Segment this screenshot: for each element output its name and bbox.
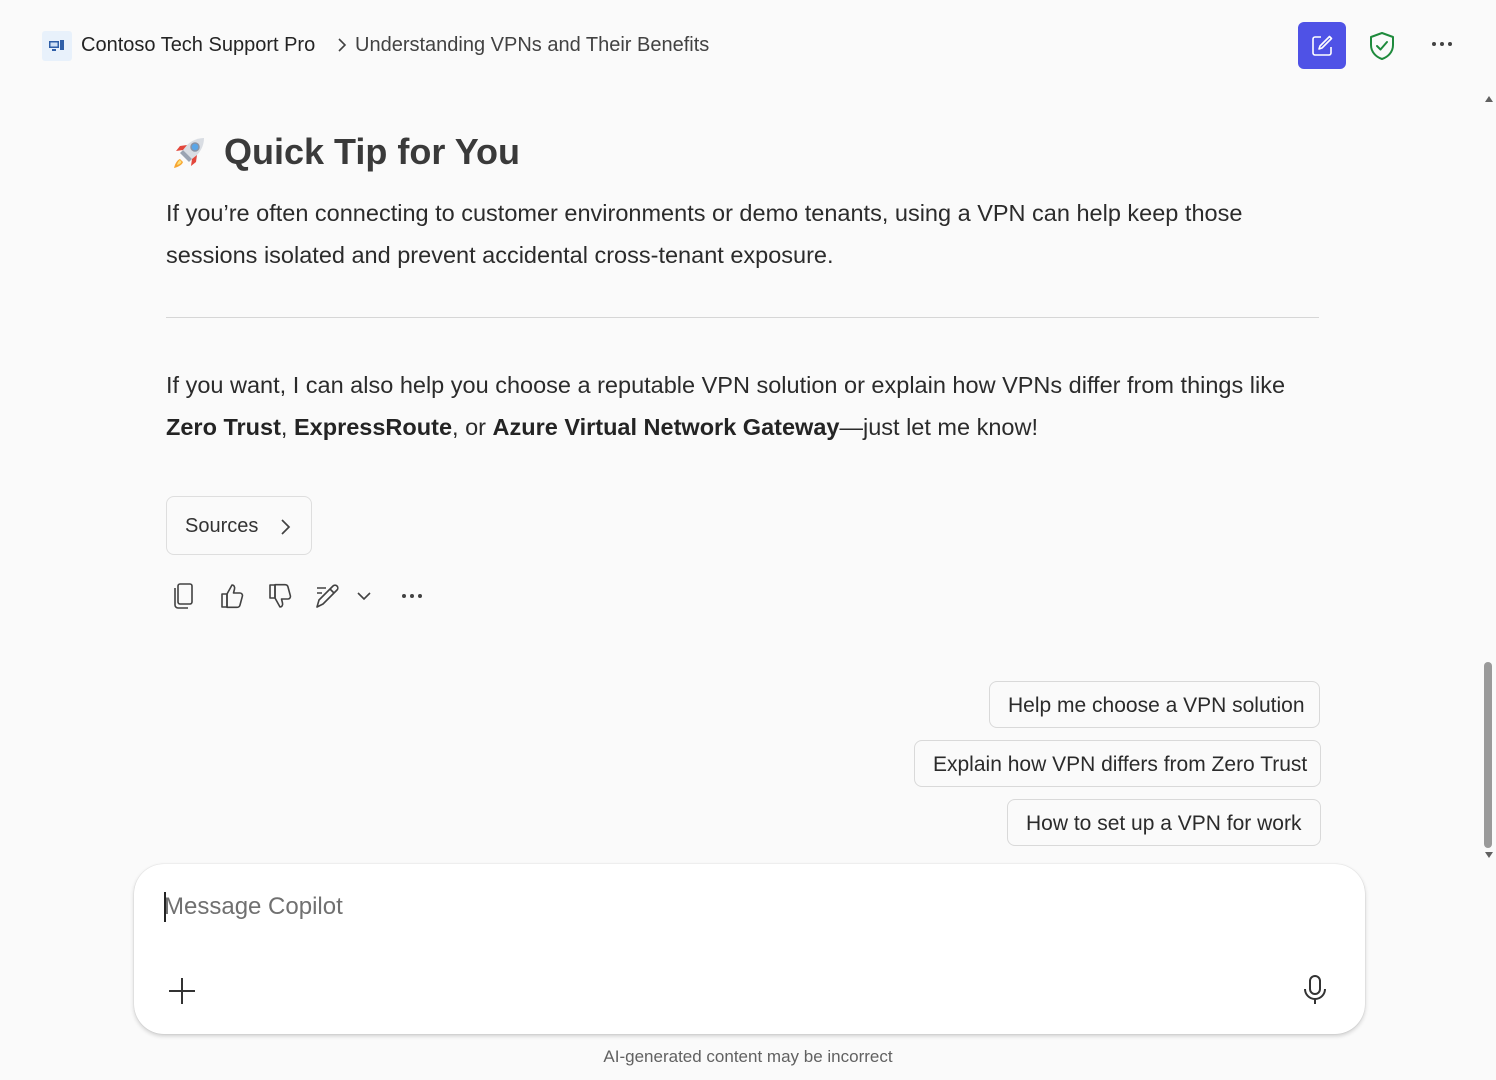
more-icon — [1432, 42, 1452, 46]
microphone-button[interactable] — [1302, 974, 1328, 1011]
divider — [166, 317, 1319, 318]
suggestion-chip[interactable]: Help me choose a VPN solution — [989, 681, 1320, 728]
follow-up-sep2: , or — [452, 414, 493, 440]
chevron-right-icon — [336, 37, 348, 58]
follow-up-paragraph: If you want, I can also help you choose … — [166, 364, 1326, 448]
sources-label: Sources — [185, 515, 259, 537]
more-icon — [402, 594, 422, 598]
message-more-button[interactable] — [398, 586, 426, 611]
scroll-down-arrow-icon[interactable] — [1485, 852, 1493, 858]
suggestion-chip[interactable]: Explain how VPN differs from Zero Trust — [914, 740, 1321, 787]
ai-disclaimer: AI-generated content may be incorrect — [603, 1047, 893, 1066]
thumbs-down-icon — [269, 583, 292, 608]
chat-transcript: Quick Tip for You If you’re often connec… — [0, 92, 1480, 862]
suggestion-chip[interactable]: How to set up a VPN for work — [1007, 799, 1321, 846]
edit-options-dropdown[interactable] — [356, 586, 372, 611]
term-expressroute: ExpressRoute — [293, 414, 453, 440]
breadcrumb-conversation-title[interactable]: Understanding VPNs and Their Benefits — [355, 34, 709, 57]
term-azure-vnet-gateway: Azure Virtual Network Gateway — [492, 414, 840, 440]
term-zero-trust: Zero Trust — [166, 414, 281, 440]
shield-button[interactable] — [1368, 31, 1396, 66]
chevron-right-icon — [281, 519, 291, 535]
follow-up-intro: If you want, I can also help you choose … — [166, 372, 1286, 398]
follow-up-outro: —just let me know! — [839, 414, 1038, 440]
copy-icon — [174, 583, 193, 609]
message-composer — [134, 864, 1365, 1034]
rocket-icon — [174, 138, 204, 168]
shield-check-icon — [1370, 32, 1394, 60]
app-icon[interactable] — [42, 31, 72, 61]
microphone-icon — [1304, 975, 1326, 1004]
sources-button[interactable]: Sources — [166, 496, 312, 555]
tip-title: Quick Tip for You — [224, 131, 521, 172]
header-bar: Contoso Tech Support Pro Understanding V… — [0, 0, 1496, 92]
new-chat-icon — [1312, 35, 1333, 56]
chevron-down-icon — [357, 592, 371, 601]
plus-icon — [169, 978, 195, 1004]
header-more-button[interactable] — [1428, 34, 1456, 59]
tip-paragraph: If you’re often connecting to customer e… — [166, 200, 1243, 268]
thumbs-up-button[interactable] — [219, 582, 245, 615]
add-attachment-button[interactable] — [167, 976, 197, 1011]
tip-heading: Quick Tip for You — [170, 130, 520, 174]
scrollbar[interactable] — [1480, 92, 1496, 862]
scrollbar-thumb[interactable] — [1484, 662, 1492, 848]
scroll-up-arrow-icon[interactable] — [1485, 96, 1493, 102]
thumbs-up-icon — [221, 584, 244, 609]
message-input[interactable] — [164, 890, 1264, 924]
edit-icon — [316, 584, 339, 608]
thumbs-down-button[interactable] — [267, 582, 293, 615]
copy-button[interactable] — [172, 582, 196, 615]
breadcrumb-app-name[interactable]: Contoso Tech Support Pro — [81, 34, 315, 57]
follow-up-sep1: , — [280, 414, 294, 440]
new-chat-button[interactable] — [1298, 22, 1346, 69]
text-caret — [164, 892, 166, 922]
edit-button[interactable] — [314, 582, 342, 615]
